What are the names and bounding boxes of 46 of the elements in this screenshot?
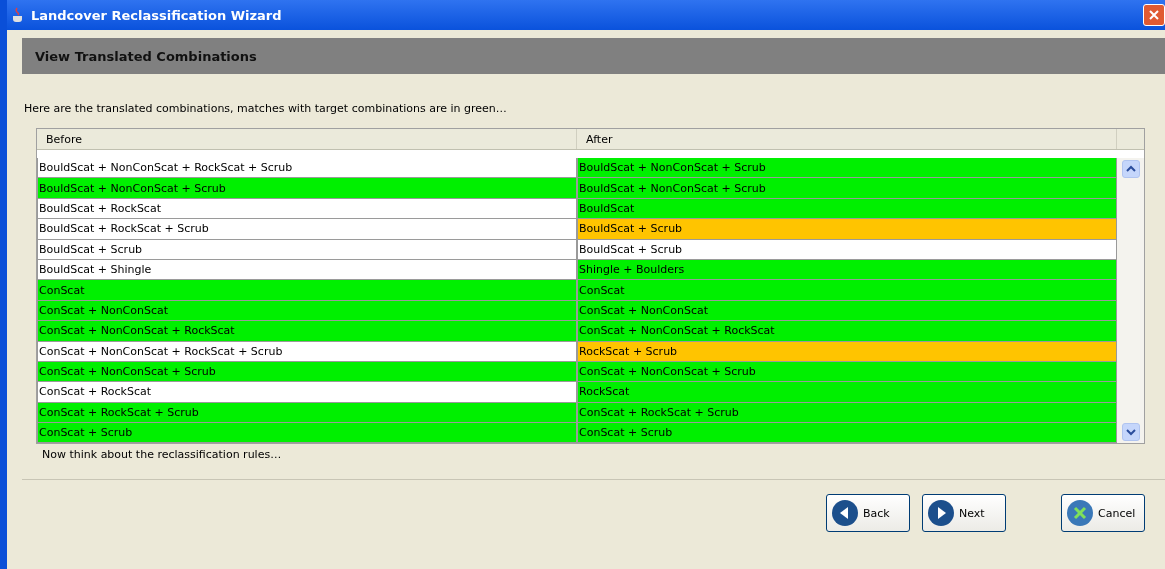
intro-text: Here are the translated combinations, matches with target combinations are in green… xyxy=(24,102,508,115)
chevron-up-icon xyxy=(1125,165,1136,173)
table-cell: BouldScat + Scrub xyxy=(577,239,1117,260)
table-cell: BouldScat + NonConScat + Scrub xyxy=(577,178,1117,199)
table-cell: BouldScat + RockScat + Scrub xyxy=(37,219,577,240)
table-cell: BouldScat + NonConScat + Scrub xyxy=(37,178,577,199)
table-cell: BouldScat + NonConScat + RockScat + Scrub xyxy=(37,158,577,179)
table-cell: ConScat + RockScat xyxy=(37,382,577,403)
table-cell: BouldScat + Scrub xyxy=(577,219,1117,240)
scroll-up-button[interactable] xyxy=(1121,160,1140,178)
table-cell: BouldScat + Scrub xyxy=(37,239,577,260)
table-cell: BouldScat + NonConScat + Scrub xyxy=(577,158,1117,179)
table-cell: ConScat + NonConScat + RockScat xyxy=(577,321,1117,342)
table-cell: ConScat + NonConScat + Scrub xyxy=(37,361,577,383)
table-cell: ConScat + NonConScat xyxy=(577,300,1117,322)
next-button[interactable]: Next xyxy=(922,494,1006,533)
column-header[interactable]: After xyxy=(577,129,1117,149)
footer-note: Now think about the reclassification rules… xyxy=(42,448,283,462)
chevron-down-icon xyxy=(1125,428,1136,437)
table-cell: BouldScat xyxy=(577,198,1117,220)
table-cell: RockScat xyxy=(577,382,1117,403)
window-title: Landcover Reclassification Wizard xyxy=(31,7,283,23)
table-cell: ConScat + NonConScat + RockScat xyxy=(37,321,577,342)
coffee-cup-icon xyxy=(11,7,25,23)
table-cell: ConScat + RockScat + Scrub xyxy=(577,402,1117,424)
table-cell: ConScat + Scrub xyxy=(577,423,1117,444)
close-icon xyxy=(1148,9,1160,21)
back-button[interactable]: Back xyxy=(826,494,910,533)
table-cell: ConScat + RockScat + Scrub xyxy=(37,402,577,424)
table-cell: ConScat xyxy=(577,280,1117,301)
table-cell: RockScat + Scrub xyxy=(577,341,1117,362)
scrollbar[interactable] xyxy=(1117,158,1144,444)
table-cell: BouldScat + Shingle xyxy=(37,259,577,281)
page-title: View Translated Combinations xyxy=(35,48,257,64)
column-header[interactable]: Before xyxy=(37,129,577,149)
close-icon xyxy=(1066,499,1094,528)
table-cell: BouldScat + RockScat xyxy=(37,198,577,220)
table-cell: ConScat + NonConScat xyxy=(37,300,577,322)
table-cell: Shingle + Boulders xyxy=(577,259,1117,281)
table-cell: ConScat + NonConScat + Scrub xyxy=(577,361,1117,383)
table-cell: ConScat + Scrub xyxy=(37,423,577,444)
table-cell: ConScat xyxy=(37,280,577,301)
table-cell: ConScat + NonConScat + RockScat + Scrub xyxy=(37,341,577,362)
close-button[interactable] xyxy=(1143,4,1165,26)
cancel-button[interactable]: Cancel xyxy=(1061,494,1145,533)
scroll-down-button[interactable] xyxy=(1121,423,1140,442)
